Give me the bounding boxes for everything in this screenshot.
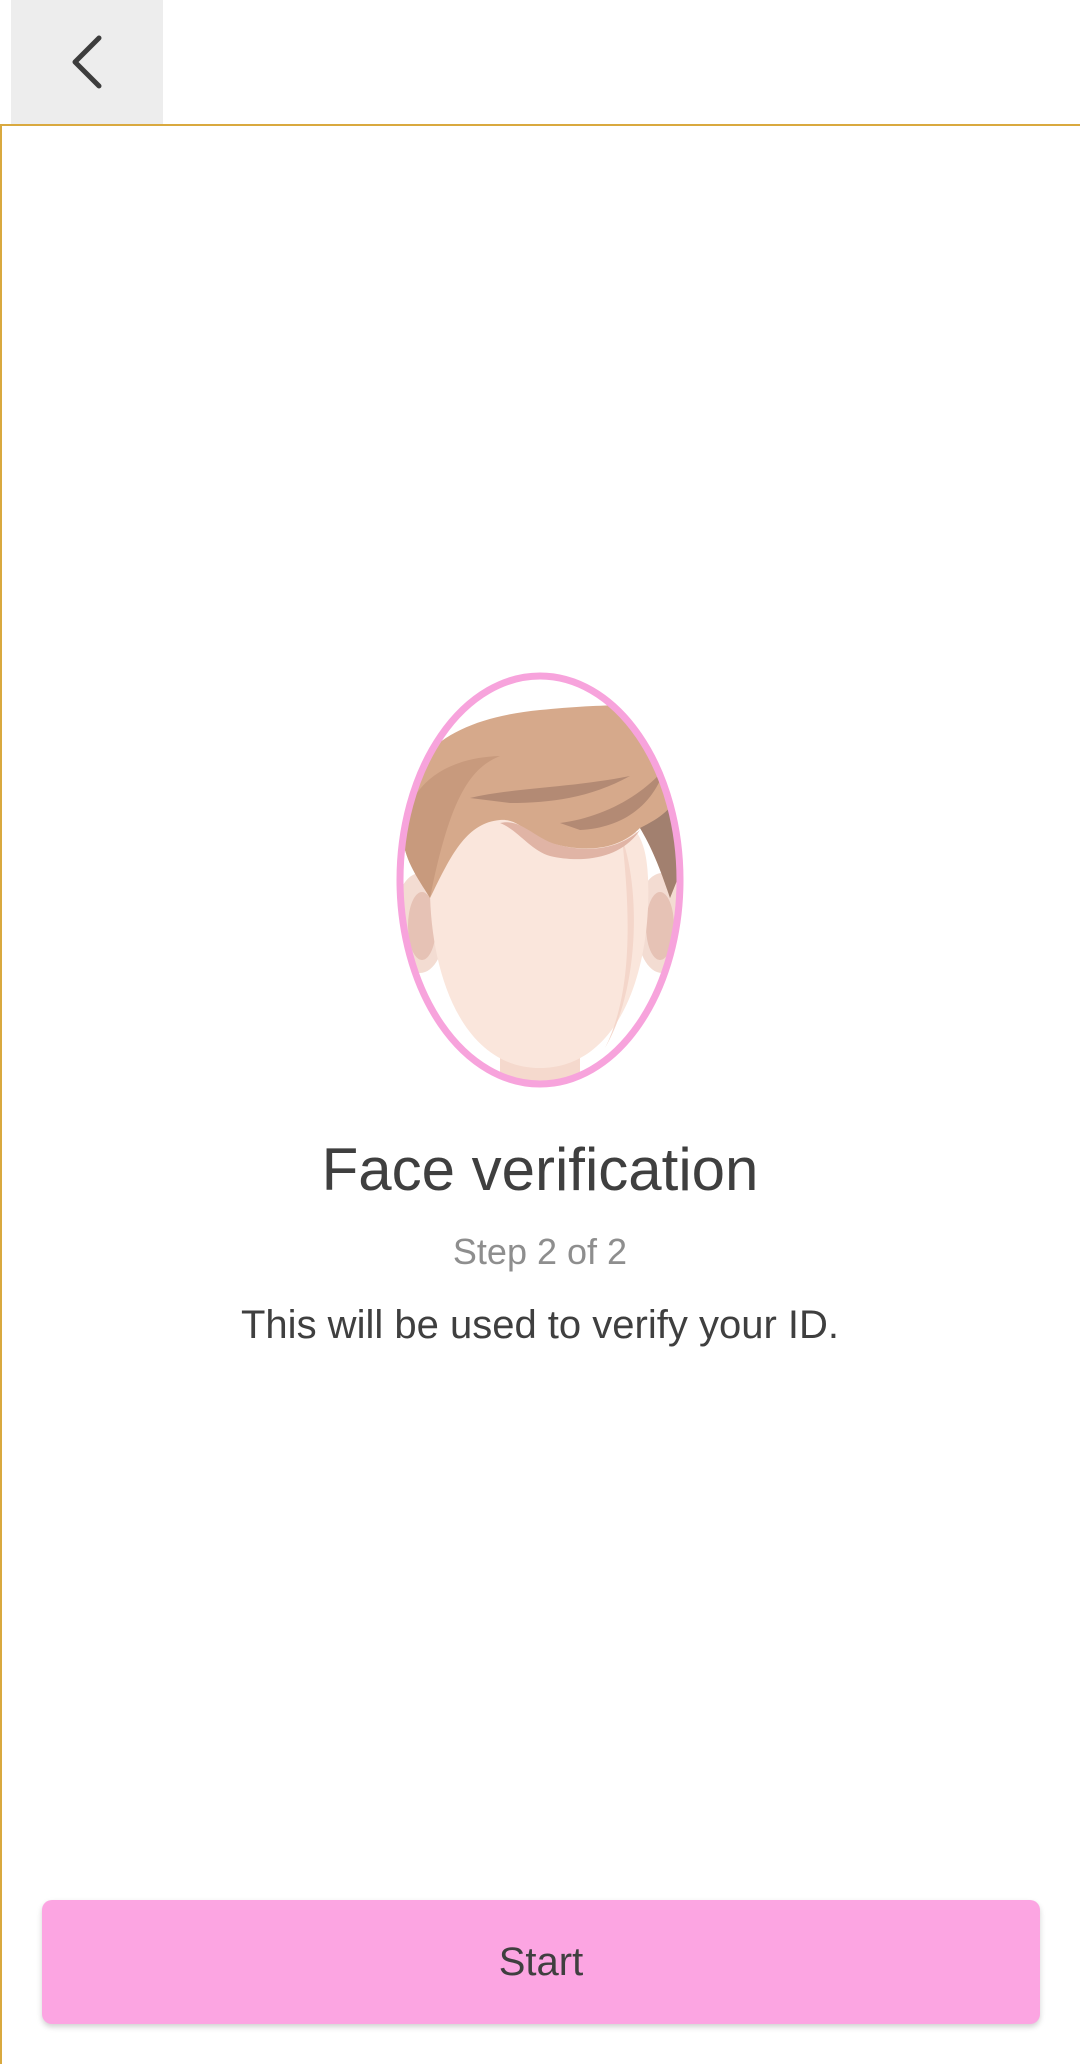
top-bar xyxy=(0,0,1080,124)
back-button[interactable] xyxy=(11,0,163,124)
content-frame xyxy=(0,124,1080,2064)
face-outline-icon xyxy=(396,672,684,1088)
app-root: Face verification Step 2 of 2 This will … xyxy=(0,0,1080,2064)
description-text: This will be used to verify your ID. xyxy=(241,1303,839,1347)
page-title: Face verification xyxy=(321,1136,759,1203)
step-indicator: Step 2 of 2 xyxy=(452,1231,628,1272)
start-button-label: Start xyxy=(498,1939,584,1984)
chevron-left-icon xyxy=(67,32,107,92)
face-illustration xyxy=(390,668,690,1092)
start-button[interactable]: Start xyxy=(42,1900,1040,2024)
